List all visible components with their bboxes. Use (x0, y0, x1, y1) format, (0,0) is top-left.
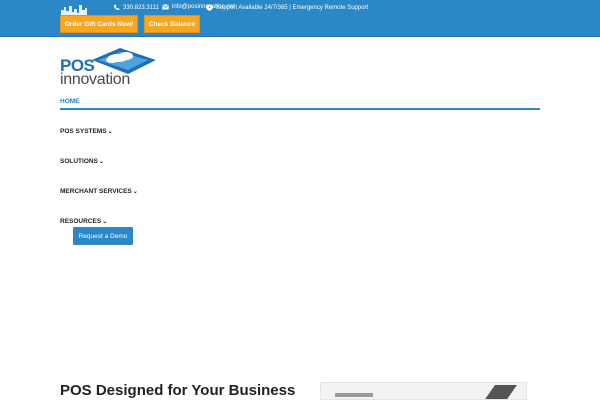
chevron-down-icon: ⌄ (132, 189, 138, 195)
clock-icon (206, 4, 213, 11)
nav-solutions-label: SOLUTIONS (60, 158, 98, 165)
nav-merchant-services-label: MERCHANT SERVICES (60, 188, 132, 195)
chevron-down-icon: ⌄ (102, 219, 108, 225)
phone-number: 330.823.3111 (123, 4, 159, 11)
phone-icon (113, 4, 120, 11)
top-bar: 330.823.3111 info@posinnovation.net Supp… (0, 0, 600, 37)
nav-solutions[interactable]: SOLUTIONS ⌄ (60, 158, 104, 165)
logo-text-innovation: innovation (60, 71, 130, 88)
nav-merchant-services[interactable]: MERCHANT SERVICES ⌄ (60, 188, 138, 195)
mail-icon (162, 4, 169, 10)
nav-resources-label: RESOURCES (60, 218, 102, 225)
hero-image-text (335, 393, 373, 397)
support-text: Support Available 24/7/365 | Emergency R… (216, 4, 369, 11)
chevron-down-icon: ⌄ (107, 129, 113, 135)
phone-contact[interactable]: 330.823.3111 (113, 4, 159, 11)
hero-image (320, 382, 527, 400)
support-info: Support Available 24/7/365 | Emergency R… (206, 4, 368, 11)
order-gift-cards-button[interactable]: Order Gift Cards Now! (60, 15, 138, 33)
nav-pos-systems[interactable]: POS SYSTEMS ⌄ (60, 128, 113, 135)
hero-image-device (480, 385, 518, 399)
nav-home[interactable]: HOME (60, 98, 80, 105)
request-demo-button[interactable]: Request a Demo (73, 227, 133, 245)
page-headline: POS Designed for Your Business (60, 382, 296, 399)
nav-pos-systems-label: POS SYSTEMS (60, 128, 107, 135)
nav-resources[interactable]: RESOURCES ⌄ (60, 218, 107, 225)
chevron-down-icon: ⌄ (98, 159, 104, 165)
nav-active-underline (60, 108, 540, 110)
pos-innovation-logo[interactable]: POS innovation (60, 46, 160, 92)
check-balance-button[interactable]: Check Balance (144, 15, 200, 33)
